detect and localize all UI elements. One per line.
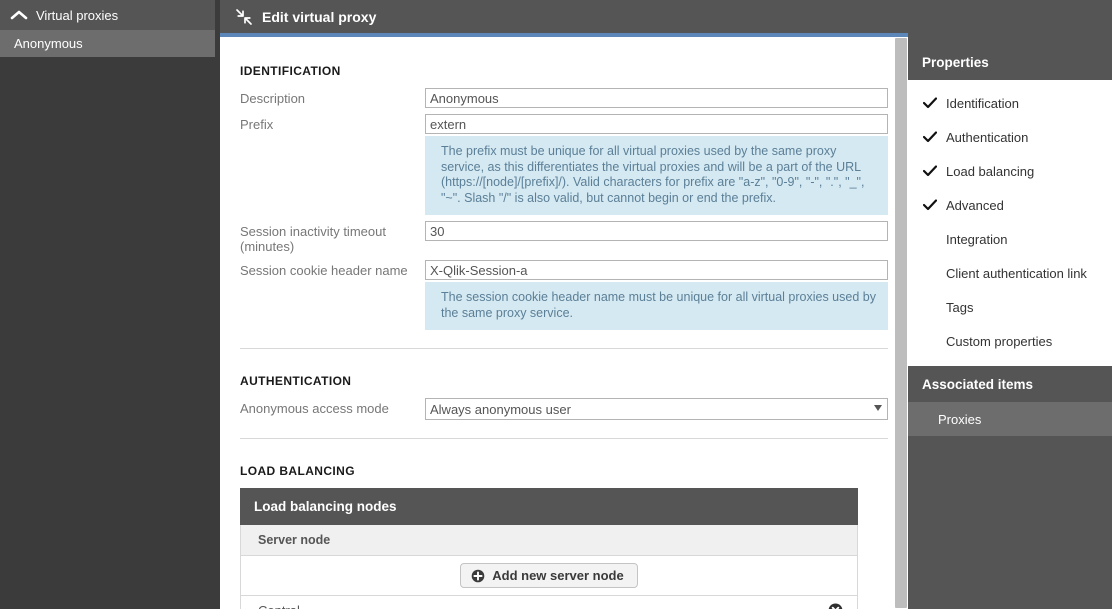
load-balancing-table-title: Load balancing nodes bbox=[240, 488, 858, 525]
table-column-header-server-node: Server node bbox=[240, 525, 858, 556]
anonymous-access-label: Anonymous access mode bbox=[240, 401, 389, 416]
description-input[interactable] bbox=[425, 88, 888, 108]
table-add-row: Add new server node bbox=[240, 556, 858, 596]
associated-item-label: Proxies bbox=[938, 411, 982, 427]
form-row-description: Description bbox=[240, 88, 888, 108]
property-item-label: Tags bbox=[946, 299, 974, 315]
section-heading-authentication: AUTHENTICATION bbox=[240, 374, 352, 388]
prefix-info-box: The prefix must be unique for all virtua… bbox=[425, 136, 888, 215]
property-item-client-authentication-link[interactable]: Client authentication link bbox=[908, 256, 1112, 290]
section-heading-load-balancing: LOAD BALANCING bbox=[240, 464, 355, 478]
description-label: Description bbox=[240, 91, 306, 106]
application-window: Virtual proxies Anonymous Edit virtual p… bbox=[0, 0, 1112, 609]
prefix-input[interactable] bbox=[425, 114, 888, 134]
property-item-identification[interactable]: Identification bbox=[908, 86, 1112, 120]
property-item-authentication[interactable]: Authentication bbox=[908, 120, 1112, 154]
cookie-header-info-box: The session cookie header name must be u… bbox=[425, 282, 888, 330]
cookie-header-input[interactable] bbox=[425, 260, 888, 280]
page-title: Edit virtual proxy bbox=[262, 8, 377, 25]
property-item-label: Authentication bbox=[946, 129, 1029, 145]
delete-circle-icon[interactable] bbox=[828, 603, 843, 609]
load-balancing-table: Load balancing nodes Server node Add new… bbox=[240, 488, 858, 609]
property-item-label: Advanced bbox=[946, 197, 1004, 213]
properties-list: Identification Authentication Load balan… bbox=[908, 80, 1112, 366]
section-divider-1 bbox=[240, 348, 888, 349]
property-item-label: Identification bbox=[946, 95, 1019, 111]
add-new-server-node-button[interactable]: Add new server node bbox=[460, 563, 638, 588]
anonymous-access-select[interactable] bbox=[425, 398, 888, 420]
associated-item-proxies[interactable]: Proxies bbox=[908, 402, 1112, 436]
check-icon bbox=[922, 97, 938, 109]
collapse-arrows-icon bbox=[234, 7, 254, 27]
property-item-tags[interactable]: Tags bbox=[908, 290, 1112, 324]
check-icon bbox=[922, 165, 938, 177]
session-timeout-label: Session inactivity timeout (minutes) bbox=[240, 224, 386, 254]
properties-panel-title: Properties bbox=[922, 54, 989, 70]
chevron-up-icon bbox=[8, 6, 30, 24]
property-item-custom-properties[interactable]: Custom properties bbox=[908, 324, 1112, 358]
form-row-session-timeout: Session inactivity timeout (minutes) bbox=[240, 221, 888, 254]
property-item-integration[interactable]: Integration bbox=[908, 222, 1112, 256]
property-item-advanced[interactable]: Advanced bbox=[908, 188, 1112, 222]
sidebar-group-label: Virtual proxies bbox=[36, 7, 119, 23]
sidebar-group-virtual-proxies[interactable]: Virtual proxies bbox=[0, 0, 215, 30]
property-item-label: Integration bbox=[946, 231, 1008, 247]
prefix-label: Prefix bbox=[240, 117, 274, 132]
form-row-prefix: Prefix The prefix must be unique for all… bbox=[240, 114, 888, 215]
form-row-anonymous-access: Anonymous access mode bbox=[240, 398, 888, 420]
sidebar-item-label: Anonymous bbox=[14, 36, 83, 51]
form-row-cookie-header: Session cookie header name The session c… bbox=[240, 260, 888, 330]
property-item-label: Custom properties bbox=[946, 333, 1053, 349]
right-panel: Properties Identification Authentication bbox=[908, 0, 1112, 609]
server-node-name: Central bbox=[258, 603, 300, 609]
add-new-server-node-label: Add new server node bbox=[492, 568, 624, 583]
session-timeout-input[interactable] bbox=[425, 221, 888, 241]
check-icon bbox=[922, 131, 938, 143]
section-divider-2 bbox=[240, 438, 888, 439]
cookie-header-label: Session cookie header name bbox=[240, 263, 408, 278]
property-item-label: Load balancing bbox=[946, 163, 1035, 179]
main-content: IDENTIFICATION Description Prefix The pr… bbox=[220, 37, 908, 609]
table-row[interactable]: Central bbox=[240, 596, 858, 609]
main-scrollbar-thumb[interactable] bbox=[895, 38, 907, 608]
plus-circle-icon bbox=[471, 569, 485, 583]
left-sidebar: Virtual proxies Anonymous bbox=[0, 0, 220, 609]
section-heading-identification: IDENTIFICATION bbox=[240, 64, 341, 78]
chevron-down-icon bbox=[874, 405, 882, 411]
property-item-load-balancing[interactable]: Load balancing bbox=[908, 154, 1112, 188]
sidebar-item-anonymous[interactable]: Anonymous bbox=[0, 30, 215, 57]
check-icon bbox=[922, 199, 938, 211]
associated-items-title: Associated items bbox=[922, 376, 1034, 392]
property-item-label: Client authentication link bbox=[946, 265, 1087, 281]
